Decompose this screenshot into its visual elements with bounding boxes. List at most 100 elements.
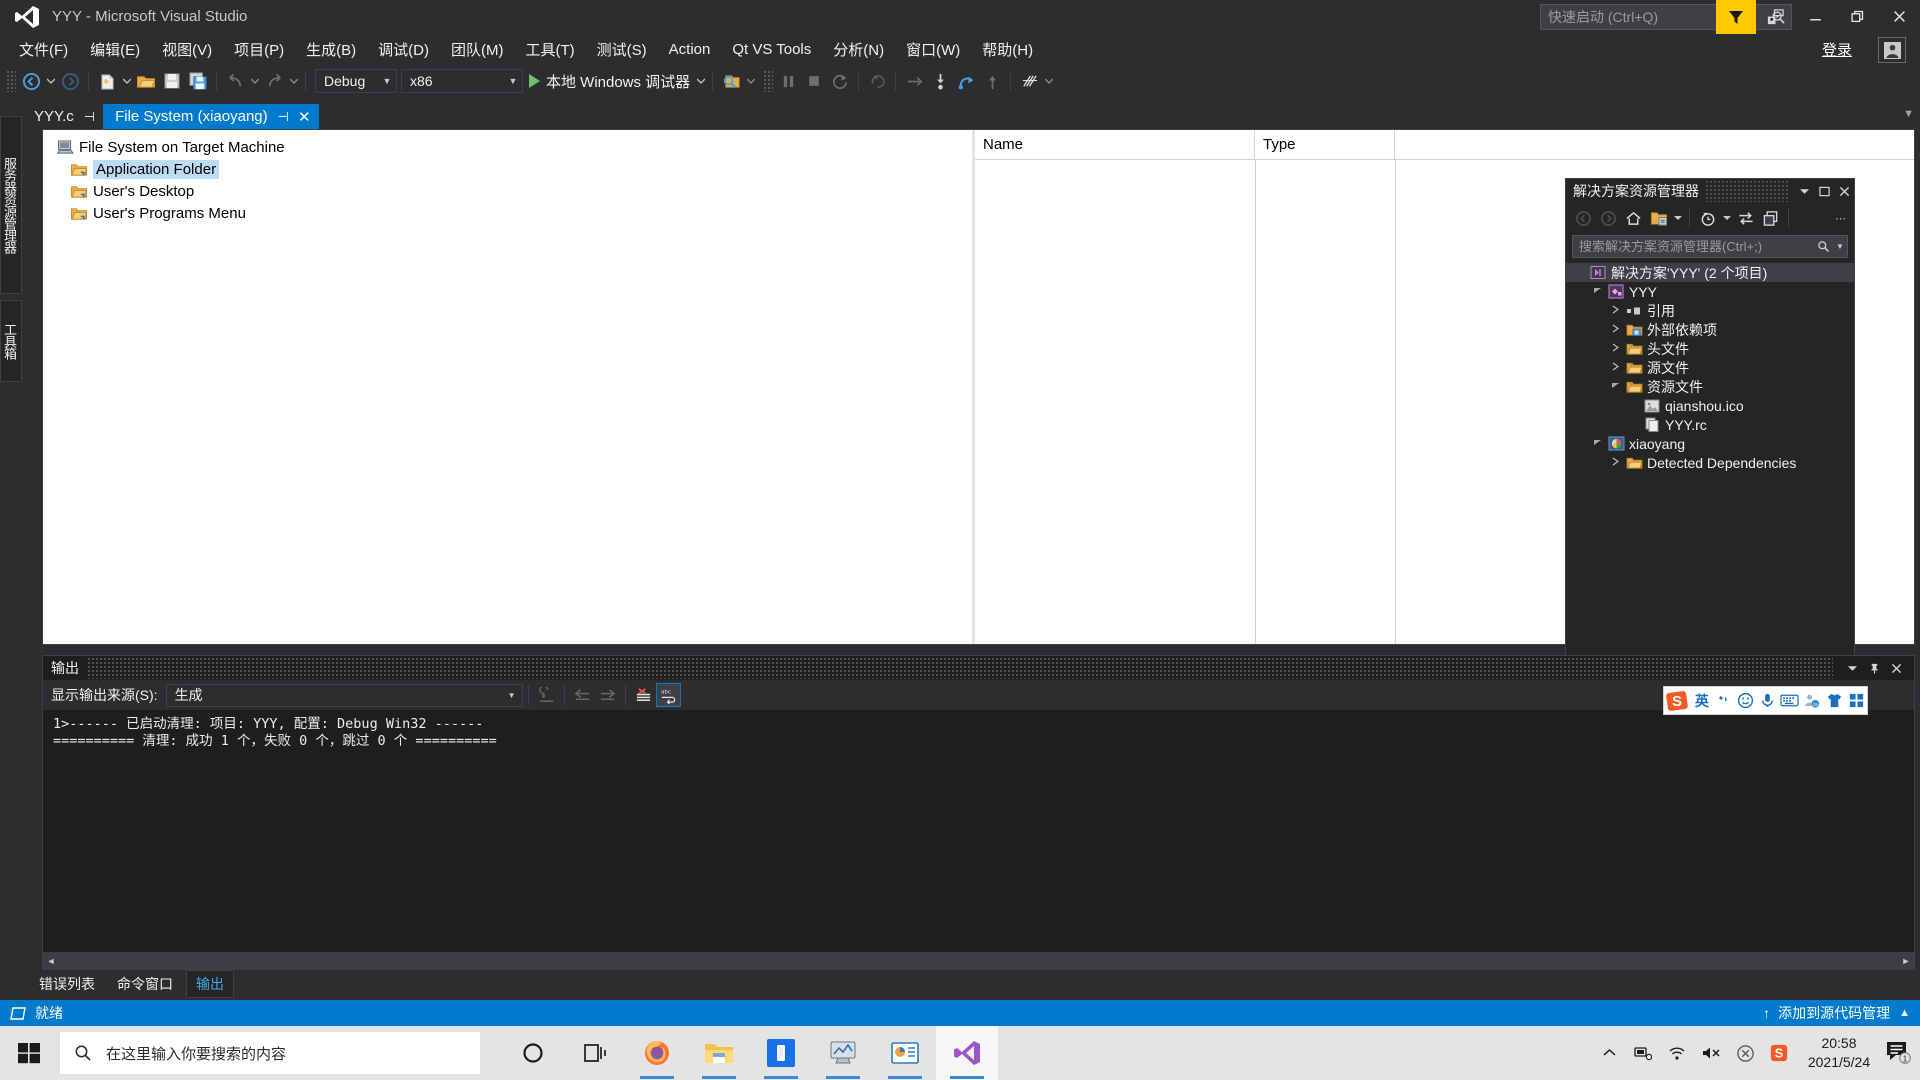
stop-icon[interactable]: [801, 68, 827, 94]
threads-icon[interactable]: [1016, 68, 1042, 94]
grid-column-name[interactable]: Name: [975, 129, 1255, 160]
network-icon[interactable]: [1626, 1026, 1660, 1080]
chevron-down-icon[interactable]: ▼: [504, 76, 522, 86]
solution-platform-combo[interactable]: x86 ▼: [401, 69, 523, 93]
volume-muted-icon[interactable]: [1694, 1026, 1728, 1080]
chevron-right-icon[interactable]: [1606, 324, 1624, 335]
wifi-icon[interactable]: [1660, 1026, 1694, 1080]
chevron-right-icon[interactable]: [1606, 305, 1624, 316]
toolbar-grip[interactable]: [763, 70, 774, 92]
menu-item-5[interactable]: 生成(B): [295, 36, 367, 63]
menu-item-6[interactable]: 调试(D): [367, 36, 440, 63]
step-out-icon[interactable]: [979, 68, 1005, 94]
file-explorer-icon[interactable]: [688, 1026, 750, 1080]
tab-yyy-c[interactable]: YYY.c ⊣: [22, 104, 103, 129]
maximize-icon[interactable]: [1814, 180, 1834, 202]
threads-dropdown[interactable]: [1042, 78, 1055, 84]
chevron-down-icon[interactable]: [1720, 215, 1733, 221]
menu-item-1[interactable]: 文件(F): [8, 36, 79, 63]
solution-tree-row[interactable]: qianshou.ico: [1566, 396, 1854, 415]
taskbar-clock[interactable]: 20:58 2021/5/24: [1796, 1034, 1882, 1072]
redo-dropdown[interactable]: [287, 78, 300, 84]
panel-drag-dots[interactable]: [87, 657, 1833, 679]
menu-item-8[interactable]: 工具(T): [514, 36, 585, 63]
collapse-all-icon[interactable]: [1758, 206, 1783, 230]
pause-icon[interactable]: [775, 68, 801, 94]
sogou-logo-icon[interactable]: S: [1664, 686, 1691, 715]
menu-item-9[interactable]: 测试(S): [586, 36, 658, 63]
chevron-up-icon[interactable]: [1592, 1026, 1626, 1080]
blue-app-icon[interactable]: [750, 1026, 812, 1080]
cortana-circle-icon[interactable]: [502, 1026, 564, 1080]
tree-row-users-desktop[interactable]: User's Desktop: [51, 180, 972, 202]
grid-column-type[interactable]: Type: [1255, 129, 1395, 160]
tab-output[interactable]: 输出: [186, 970, 234, 998]
ime-mode-label[interactable]: 英: [1691, 686, 1713, 715]
restart-icon[interactable]: [827, 68, 853, 94]
chevron-down-icon[interactable]: [1794, 180, 1814, 202]
toggle-word-wrap-icon[interactable]: abc: [655, 683, 681, 707]
notification-icon[interactable]: 1: [1882, 1026, 1916, 1080]
solution-configuration-combo[interactable]: Debug ▼: [315, 69, 397, 93]
toolbar-grip[interactable]: [6, 70, 16, 92]
sign-in-link[interactable]: 登录: [1822, 39, 1852, 60]
menu-item-11[interactable]: Qt VS Tools: [721, 38, 822, 61]
open-file-icon[interactable]: [133, 68, 159, 94]
refresh-sync-icon[interactable]: [1733, 206, 1758, 230]
start-debugging-dropdown[interactable]: [694, 78, 707, 84]
tab-error-list[interactable]: 错误列表: [30, 971, 104, 997]
clear-all-icon[interactable]: [631, 683, 656, 707]
chevron-right-icon[interactable]: [1606, 362, 1624, 373]
window-minimize-icon[interactable]: [1841, 657, 1863, 679]
new-item-icon[interactable]: [94, 68, 120, 94]
notification-comment-icon[interactable]: [1756, 0, 1794, 34]
new-item-dropdown[interactable]: [120, 78, 133, 84]
step-into-icon[interactable]: [927, 68, 953, 94]
output-source-combo[interactable]: 生成 ▼: [165, 683, 523, 707]
user-15-icon[interactable]: 15: [1801, 686, 1823, 715]
solution-tree-row[interactable]: 源文件: [1566, 358, 1854, 377]
chevron-down-icon[interactable]: [1671, 215, 1684, 221]
chevron-right-icon[interactable]: [1606, 457, 1624, 468]
undo-icon[interactable]: [222, 68, 248, 94]
tree-row-users-programs-menu[interactable]: User's Programs Menu: [51, 202, 972, 224]
menu-item-14[interactable]: 帮助(H): [971, 36, 1044, 63]
solution-tree-row[interactable]: 资源文件: [1566, 377, 1854, 396]
chevron-up-icon[interactable]: ▲: [1899, 1007, 1910, 1019]
pin-icon[interactable]: ⊣: [84, 109, 95, 125]
go-to-message-icon[interactable]: [534, 683, 559, 707]
taskbar-search-box[interactable]: 在这里输入你要搜索的内容: [60, 1032, 480, 1074]
feedback-funnel-icon[interactable]: [1716, 0, 1756, 34]
tab-overflow-icon[interactable]: ▼: [1903, 108, 1914, 120]
monitor-chart-icon[interactable]: [812, 1026, 874, 1080]
microphone-icon[interactable]: [1757, 686, 1779, 715]
chevron-down-icon[interactable]: ▼: [502, 691, 522, 700]
hot-reload-icon[interactable]: [864, 68, 890, 94]
windows-start-icon[interactable]: [0, 1026, 58, 1080]
solution-tree-row[interactable]: YYY.rc: [1566, 415, 1854, 434]
soft-keyboard-icon[interactable]: [1779, 686, 1801, 715]
restore-button[interactable]: [1836, 0, 1878, 32]
show-next-statement-icon[interactable]: [901, 68, 927, 94]
chevron-down-icon[interactable]: [1588, 287, 1606, 296]
next-message-icon[interactable]: [595, 683, 620, 707]
save-all-icon[interactable]: [185, 68, 211, 94]
menu-item-3[interactable]: 视图(V): [151, 36, 223, 63]
start-debugging-button[interactable]: 本地 Windows 调试器: [523, 68, 694, 94]
chevron-right-icon[interactable]: [1606, 343, 1624, 354]
tree-row-target-machine[interactable]: File System on Target Machine: [51, 136, 972, 158]
menu-item-13[interactable]: 窗口(W): [895, 36, 971, 63]
solution-tree-row[interactable]: 解决方案'YYY' (2 个项目): [1566, 263, 1854, 282]
pin-icon[interactable]: ⊣: [278, 109, 289, 125]
skin-tshirt-icon[interactable]: [1823, 686, 1845, 715]
menu-item-10[interactable]: Action: [658, 38, 722, 61]
solution-explorer-search-input[interactable]: [1573, 239, 1813, 254]
punctuation-icon[interactable]: [1713, 686, 1735, 715]
emoji-icon[interactable]: [1735, 686, 1757, 715]
solution-tree-row[interactable]: xiaoyang: [1566, 434, 1854, 453]
undo-dropdown[interactable]: [248, 78, 261, 84]
close-icon[interactable]: ✕: [298, 108, 311, 126]
solution-tree-row[interactable]: 外部依赖项: [1566, 320, 1854, 339]
close-icon[interactable]: [1834, 180, 1854, 202]
chevron-down-icon[interactable]: ▼: [378, 76, 396, 86]
